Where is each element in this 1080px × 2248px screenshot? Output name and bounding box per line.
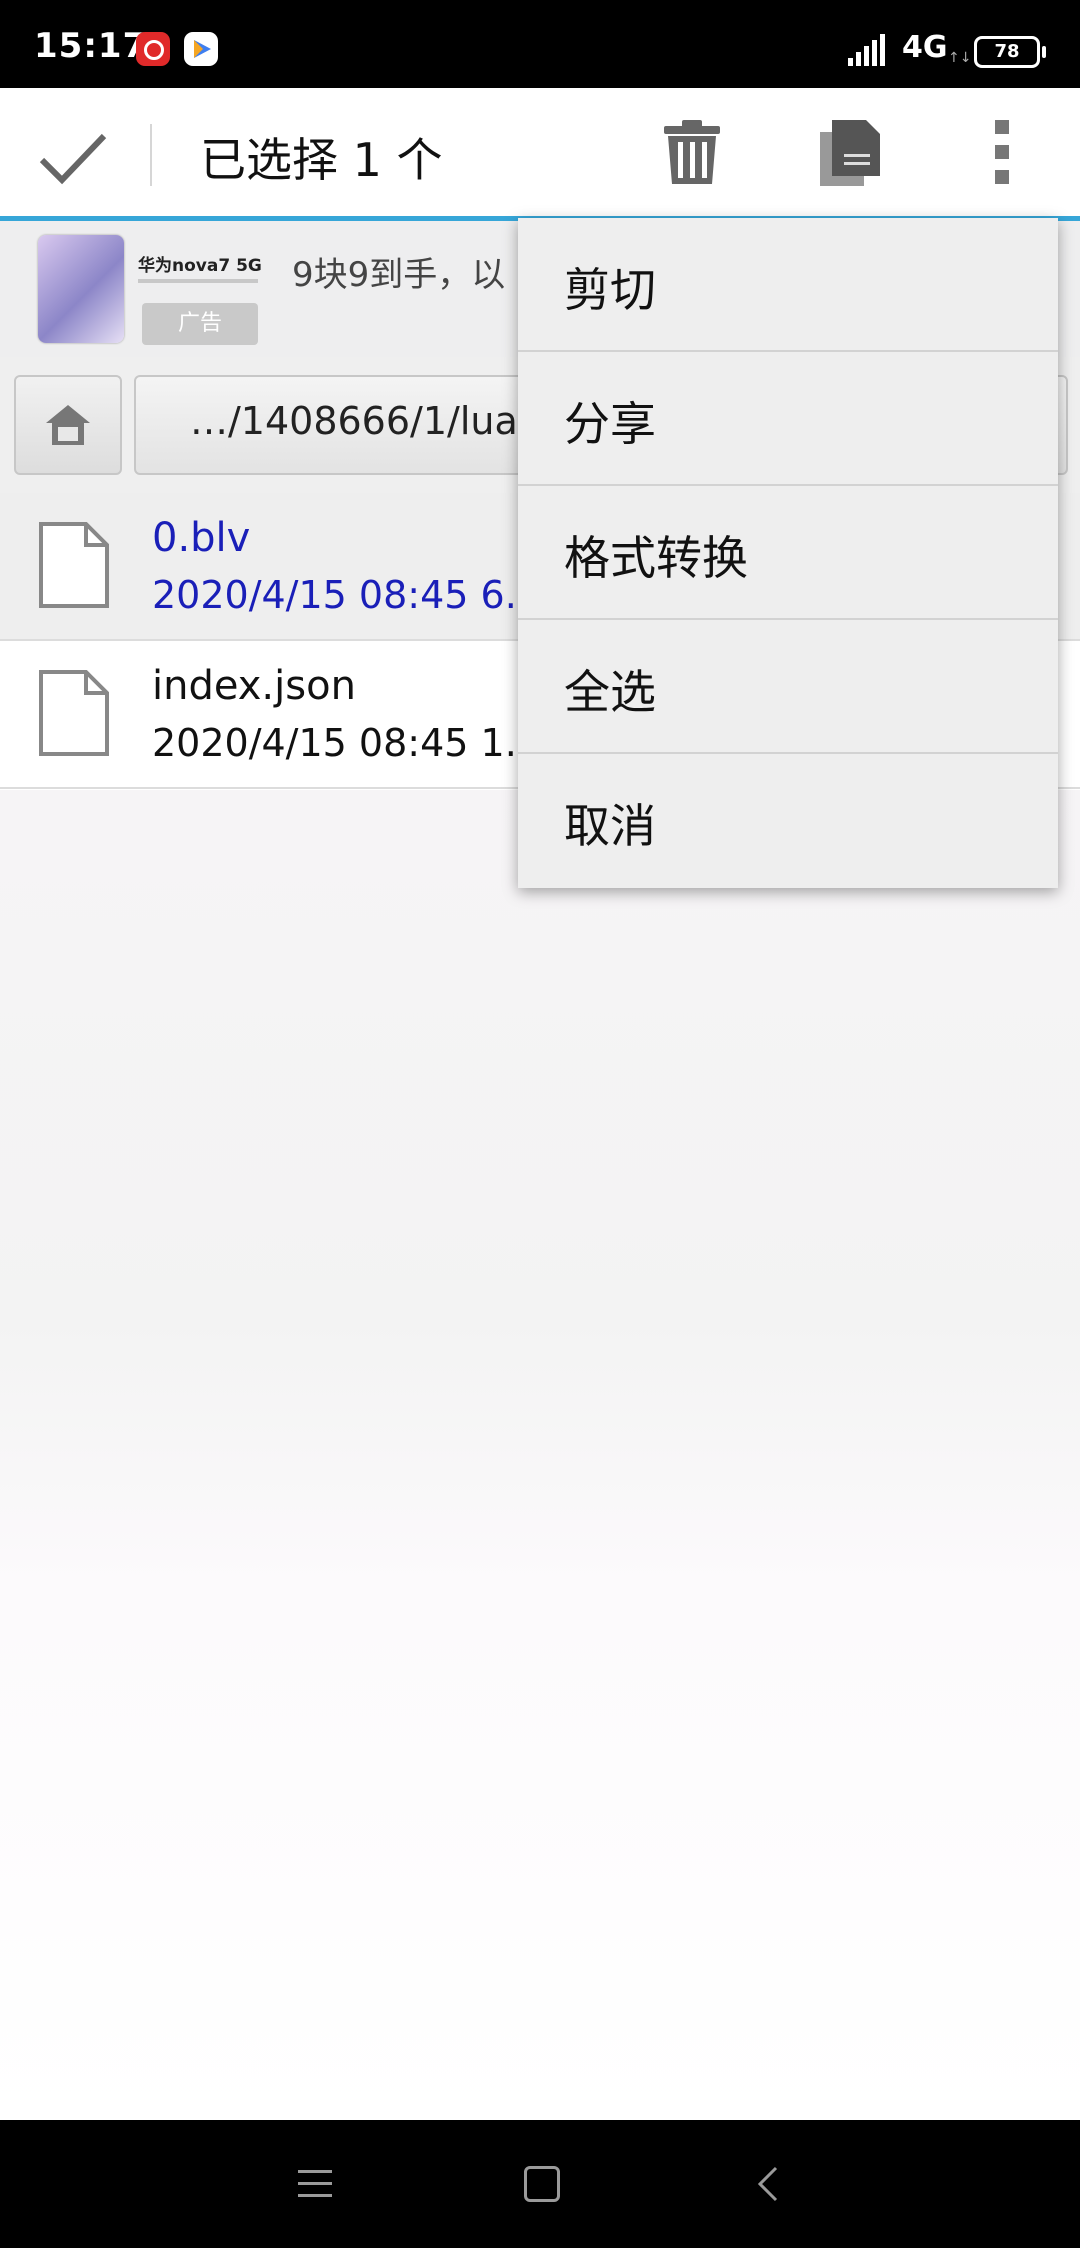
menu-item-convert-format[interactable]: 格式转换 — [518, 486, 1058, 620]
network-type: 4G — [902, 30, 948, 65]
menu-item-cancel[interactable]: 取消 — [518, 754, 1058, 886]
ad-text: 9块9到手，以 — [292, 255, 506, 295]
home-icon[interactable] — [524, 2166, 560, 2202]
file-meta: 2020/4/15 08:45 6. — [152, 573, 517, 617]
netease-music-icon — [136, 32, 170, 66]
content-background — [0, 790, 1080, 2120]
copy-icon[interactable] — [818, 118, 882, 188]
status-time: 15:17 — [34, 26, 148, 66]
ad-brand: 华为nova7 5G — [138, 256, 262, 276]
file-name: 0.blv — [152, 515, 251, 561]
file-meta: 2020/4/15 08:45 1. — [152, 721, 517, 765]
menu-item-label: 格式转换 — [564, 531, 748, 585]
battery-icon: 78 — [974, 36, 1046, 68]
more-vert-icon[interactable] — [990, 120, 1014, 184]
menu-item-label: 剪切 — [564, 263, 656, 317]
menu-item-cut[interactable]: 剪切 — [518, 218, 1058, 352]
overflow-menu: 剪切 分享 格式转换 全选 取消 — [518, 218, 1058, 888]
menu-item-label: 取消 — [564, 799, 656, 853]
menu-icon[interactable] — [298, 2170, 332, 2200]
ad-phone-image — [38, 235, 124, 343]
ad-tag: 广告 — [142, 303, 258, 345]
selection-toolbar: 已选择 1 个 — [0, 88, 1080, 221]
signal-icon — [848, 34, 885, 66]
status-bar: 15:17 4G ↑↓ 78 — [0, 0, 1080, 88]
checkmark-icon[interactable] — [38, 128, 108, 188]
ad-subtext-line — [138, 279, 258, 283]
video-app-icon — [184, 32, 218, 66]
file-icon — [39, 522, 109, 608]
menu-item-select-all[interactable]: 全选 — [518, 620, 1058, 754]
back-icon[interactable] — [756, 2166, 780, 2202]
home-icon — [46, 405, 90, 445]
menu-item-label: 全选 — [564, 665, 656, 719]
path-text: …/1408666/1/lua — [190, 399, 518, 443]
navigation-bar — [0, 2120, 1080, 2248]
menu-item-share[interactable]: 分享 — [518, 352, 1058, 486]
data-arrows-icon: ↑↓ — [948, 50, 972, 66]
menu-item-label: 分享 — [564, 397, 656, 451]
home-folder-button[interactable] — [14, 375, 122, 475]
file-icon — [39, 670, 109, 756]
file-name: index.json — [152, 663, 356, 709]
selection-count-title: 已选择 1 个 — [200, 133, 443, 187]
trash-icon[interactable] — [660, 118, 724, 188]
toolbar-divider — [150, 124, 152, 186]
